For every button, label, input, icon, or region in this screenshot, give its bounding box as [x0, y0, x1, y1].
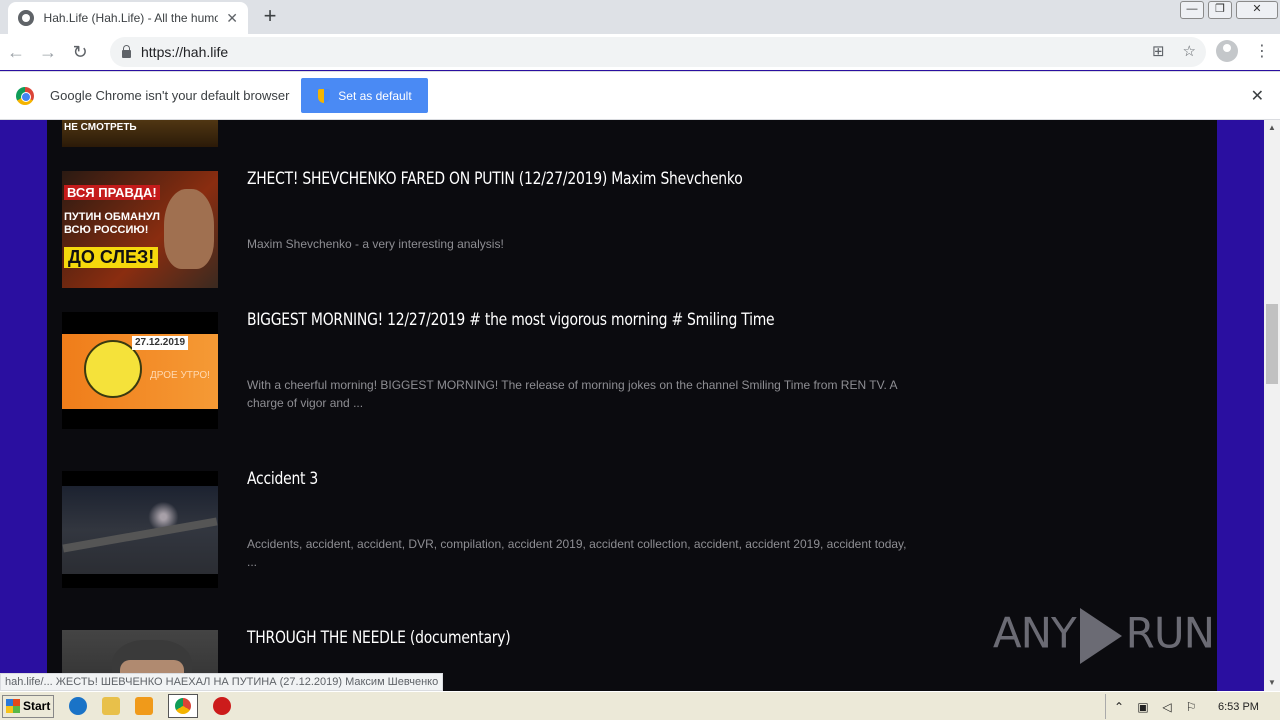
page-viewport: НЕ СМОТРЕТЬ ВСЯ ПРАВДА! ПУТИН ОБМАНУЛ ВСЮ… [0, 120, 1264, 691]
close-window-button[interactable]: ✕ [1236, 1, 1278, 19]
video-title[interactable]: THROUGH THE NEEDLE (documentary) [247, 628, 511, 648]
back-button[interactable]: ← [0, 42, 32, 63]
media-player-icon[interactable] [135, 697, 153, 715]
thumbnail-text: ВСЯ ПРАВДА! [64, 185, 160, 200]
tab-close-icon[interactable]: ✕ [226, 10, 238, 27]
thumbnail-text: ПУТИН ОБМАНУЛ ВСЮ РОССИЮ! [64, 211, 161, 236]
chrome-logo-icon [16, 86, 34, 105]
status-url-bubble: hah.life/... ЖЕСТЬ! ШЕВЧЕНКО НАЕХАЛ НА П… [0, 673, 444, 691]
thumbnail-date: 27.12.2019 [132, 336, 188, 350]
restore-button[interactable]: ❐ [1208, 1, 1232, 19]
globe-icon [18, 10, 34, 26]
bookmark-star-icon[interactable]: ☆ [1183, 42, 1196, 60]
window-controls: — ❐ ✕ [1178, 0, 1280, 20]
person-image [164, 189, 214, 269]
scrollbar-thumb[interactable] [1266, 304, 1278, 384]
internet-explorer-icon[interactable] [69, 697, 87, 715]
start-label: Start [23, 699, 51, 713]
profile-avatar[interactable] [1216, 40, 1238, 62]
video-thumbnail[interactable] [62, 471, 218, 588]
flag-icon[interactable]: ⚐ [1184, 700, 1198, 714]
chrome-menu-icon[interactable]: ⋮ [1254, 41, 1270, 61]
tray-expand-icon[interactable]: ⌃ [1112, 700, 1126, 714]
system-tray: ⌃ ▣ ◁ ⚐ 6:53 PM [1105, 694, 1280, 719]
tab-title: Hah.Life (Hah.Life) - All the humor in [43, 11, 219, 25]
url-text[interactable]: https://hah.life [141, 44, 228, 60]
thumbnail-caption: НЕ СМОТРЕТЬ [64, 122, 137, 133]
address-bar[interactable]: https://hah.life ⊞ ☆ [110, 37, 1206, 67]
opera-icon[interactable] [213, 697, 231, 715]
windows-taskbar: Start ⌃ ▣ ◁ ⚐ 6:53 PM [0, 691, 1280, 720]
forward-button[interactable]: → [32, 42, 64, 63]
anyrun-watermark: ANY RUN [993, 608, 1215, 664]
uac-shield-icon [318, 88, 331, 103]
thumbnail-text: ДРОЕ УТРО! [150, 370, 210, 381]
start-button[interactable]: Start [2, 694, 54, 718]
chrome-icon [175, 698, 191, 714]
chrome-taskbar-button[interactable] [168, 694, 198, 718]
tab-strip: Hah.Life (Hah.Life) - All the humor in ✕… [0, 0, 1280, 34]
tab-hah-life[interactable]: Hah.Life (Hah.Life) - All the humor in ✕ [8, 2, 248, 34]
browser-toolbar: ← → ↻ https://hah.life ⊞ ☆ ⋮ [0, 34, 1280, 70]
video-description: With a cheerful morning! BIGGEST MORNING… [247, 378, 897, 410]
video-thumbnail[interactable]: 27.12.2019 ДРОЕ УТРО! [62, 312, 218, 429]
scroll-down-icon[interactable]: ▼ [1264, 675, 1280, 691]
infobar-message: Google Chrome isn't your default browser [50, 88, 290, 103]
video-title[interactable]: Accident 3 [247, 469, 318, 489]
clock[interactable]: 6:53 PM [1218, 701, 1259, 713]
folder-icon[interactable] [102, 697, 120, 715]
video-description: Maxim Shevchenko - a very interesting an… [247, 237, 504, 251]
page-scrollbar[interactable]: ▲ ▼ [1264, 120, 1280, 691]
scroll-up-icon[interactable]: ▲ [1264, 120, 1280, 136]
windows-logo-icon [6, 699, 20, 713]
play-triangle-icon [1079, 608, 1122, 664]
video-title[interactable]: ZHECT! SHEVCHENKO FARED ON PUTIN (12/27/… [247, 169, 743, 189]
default-browser-infobar: Google Chrome isn't your default browser… [0, 71, 1280, 120]
volume-icon[interactable]: ◁ [1160, 700, 1174, 714]
thumbnail-text: ДО СЛЕЗ! [64, 247, 159, 268]
new-tab-button[interactable]: + [258, 5, 282, 29]
video-thumbnail[interactable]: НЕ СМОТРЕТЬ [62, 120, 218, 147]
minimize-button[interactable]: — [1180, 1, 1204, 19]
set-as-default-button[interactable]: Set as default [301, 78, 429, 113]
video-title[interactable]: BIGGEST MORNING! 12/27/2019 # the most v… [247, 310, 775, 330]
lock-icon[interactable] [122, 44, 131, 58]
video-description: Accidents, accident, accident, DVR, comp… [247, 537, 907, 569]
infobar-close-icon[interactable]: ✕ [1251, 86, 1264, 106]
video-list: НЕ СМОТРЕТЬ ВСЯ ПРАВДА! ПУТИН ОБМАНУЛ ВСЮ… [47, 120, 1217, 691]
network-icon[interactable]: ▣ [1136, 700, 1150, 714]
translate-icon[interactable]: ⊞ [1152, 42, 1165, 60]
video-thumbnail[interactable]: ВСЯ ПРАВДА! ПУТИН ОБМАНУЛ ВСЮ РОССИЮ! ДО … [62, 171, 218, 288]
set-as-default-label: Set as default [338, 88, 412, 103]
reload-button[interactable]: ↻ [64, 42, 96, 63]
